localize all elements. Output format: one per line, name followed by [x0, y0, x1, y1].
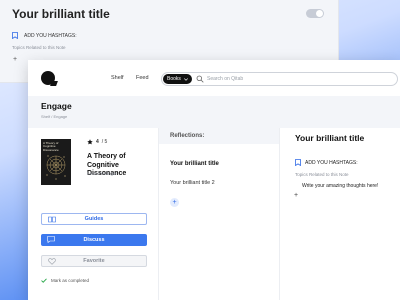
rating-value: 4	[96, 139, 99, 145]
star-icon	[87, 139, 93, 145]
topics-label: Topics Related to this Note	[295, 172, 349, 177]
page-header: Engage Shelf / Engage	[28, 96, 400, 128]
app-logo[interactable]	[41, 71, 55, 85]
book-panel: A Theory of Cognitive Dissonance 4 / 5 A…	[28, 128, 158, 300]
breadcrumb[interactable]: Shelf / Engage	[41, 114, 67, 119]
mark-completed-label: Mark as completed	[51, 278, 90, 283]
reflections-header: Reflections:	[159, 128, 279, 144]
search-icon	[196, 75, 204, 83]
reflection-item[interactable]: Your brilliant title 2	[170, 180, 215, 186]
background-add-button[interactable]: +	[13, 56, 17, 63]
guides-button[interactable]: Guides	[41, 213, 147, 225]
top-bar: Shelf Feed Books Search on Qitab	[28, 60, 400, 97]
nav-shelf-link[interactable]: Shelf	[111, 75, 124, 81]
note-body-input[interactable]: Write your amazing thoughts here!	[302, 183, 378, 189]
background-hashtag-label: ADD YOU HASHTAGS:	[24, 32, 77, 39]
add-reflection-button[interactable]: +	[170, 198, 179, 207]
book-author: Leon Festinger	[87, 171, 118, 176]
book-cover: A Theory of Cognitive Dissonance	[41, 139, 71, 185]
guides-label: Guides	[84, 216, 104, 222]
chevron-down-icon	[184, 77, 188, 81]
mark-completed-toggle[interactable]: Mark as completed	[41, 278, 89, 283]
favorite-label: Favorite	[83, 258, 105, 264]
app-window: Shelf Feed Books Search on Qitab Engage …	[28, 60, 400, 300]
background-hashtag-row[interactable]: ADD YOU HASHTAGS:	[12, 32, 77, 39]
note-title[interactable]: Your brilliant title	[295, 133, 364, 143]
favorite-button[interactable]: Favorite	[41, 255, 147, 267]
cover-title: A Theory of Cognitive Dissonance	[43, 141, 59, 152]
background-note-title: Your brilliant title	[12, 7, 110, 21]
search-bar[interactable]: Books Search on Qitab	[161, 72, 398, 86]
hashtag-label: ADD YOU HASHTAGS:	[305, 159, 358, 166]
cover-illustration	[46, 155, 66, 180]
reflections-panel: Reflections: Your brilliant title Your b…	[158, 128, 279, 300]
reflection-item[interactable]: Your brilliant title	[170, 161, 219, 167]
note-editor: Your brilliant title ADD YOU HASHTAGS: T…	[279, 128, 400, 300]
book-rating: 4 / 5	[87, 139, 107, 145]
nav-feed-link[interactable]: Feed	[136, 75, 149, 81]
reflections-label: Reflections:	[170, 133, 205, 139]
book-open-icon	[48, 216, 56, 223]
add-note-block-button[interactable]: +	[294, 192, 298, 199]
search-scope-dropdown[interactable]: Books	[163, 74, 192, 84]
heart-icon	[48, 258, 56, 265]
rating-max: / 5	[101, 139, 108, 145]
hashtag-row[interactable]: ADD YOU HASHTAGS:	[295, 159, 358, 166]
discuss-button[interactable]: Discuss	[41, 234, 147, 246]
page-title: Engage	[41, 101, 72, 111]
chat-icon	[47, 236, 55, 243]
discuss-label: Discuss	[83, 237, 105, 243]
check-icon	[41, 278, 47, 283]
bookmark-icon	[12, 32, 18, 39]
search-scope-label: Books	[167, 76, 181, 82]
search-input[interactable]: Search on Qitab	[207, 76, 243, 82]
background-toggle[interactable]	[306, 9, 324, 18]
background-topics-label: Topics Related to this Note	[12, 45, 66, 50]
bookmark-icon	[295, 159, 301, 166]
